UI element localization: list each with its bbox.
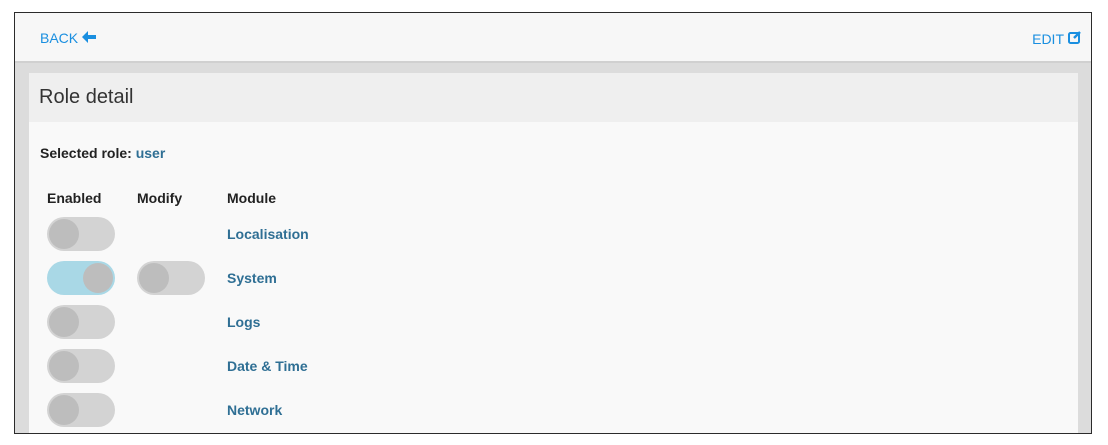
selected-role-label: Selected role: [40,145,132,161]
panel-title: Role detail [29,73,1078,122]
column-header-enabled: Enabled [47,190,102,206]
arrow-left-icon [82,30,97,46]
back-button[interactable]: BACK [40,30,97,46]
toggle-knob [49,395,79,425]
column-header-module: Module [227,190,276,206]
module-name: Logs [227,314,261,330]
top-bar: BACK EDIT [15,13,1091,63]
toggle-knob [139,263,169,293]
table-row: Network [29,393,1078,427]
table-row: Localisation [29,217,1078,251]
table-row: Logs [29,305,1078,339]
module-name: Network [227,402,283,418]
enabled-toggle[interactable] [47,217,115,251]
column-header-modify: Modify [137,190,183,206]
edit-button[interactable]: EDIT [1032,30,1082,47]
enabled-toggle[interactable] [47,349,115,383]
edit-label: EDIT [1032,30,1064,47]
toggle-knob [83,263,113,293]
toggle-knob [49,219,79,249]
app-frame: BACK EDIT Role detail Selected role: use… [14,12,1092,434]
module-name: System [227,270,277,286]
enabled-toggle[interactable] [47,261,115,295]
enabled-toggle[interactable] [47,305,115,339]
back-label: BACK [40,30,79,46]
table-row: Date & Time [29,349,1078,383]
module-name: Date & Time [227,358,308,374]
toggle-knob [49,351,79,381]
modify-toggle[interactable] [137,261,205,295]
selected-role-value: user [135,145,166,161]
enabled-toggle[interactable] [47,393,115,427]
selected-role: Selected role: user [40,145,165,161]
toggle-knob [49,307,79,337]
table-row: System [29,261,1078,295]
module-name: Localisation [227,226,309,242]
edit-icon [1068,30,1082,47]
role-detail-panel: Role detail Selected role: user Enabled … [29,73,1078,433]
